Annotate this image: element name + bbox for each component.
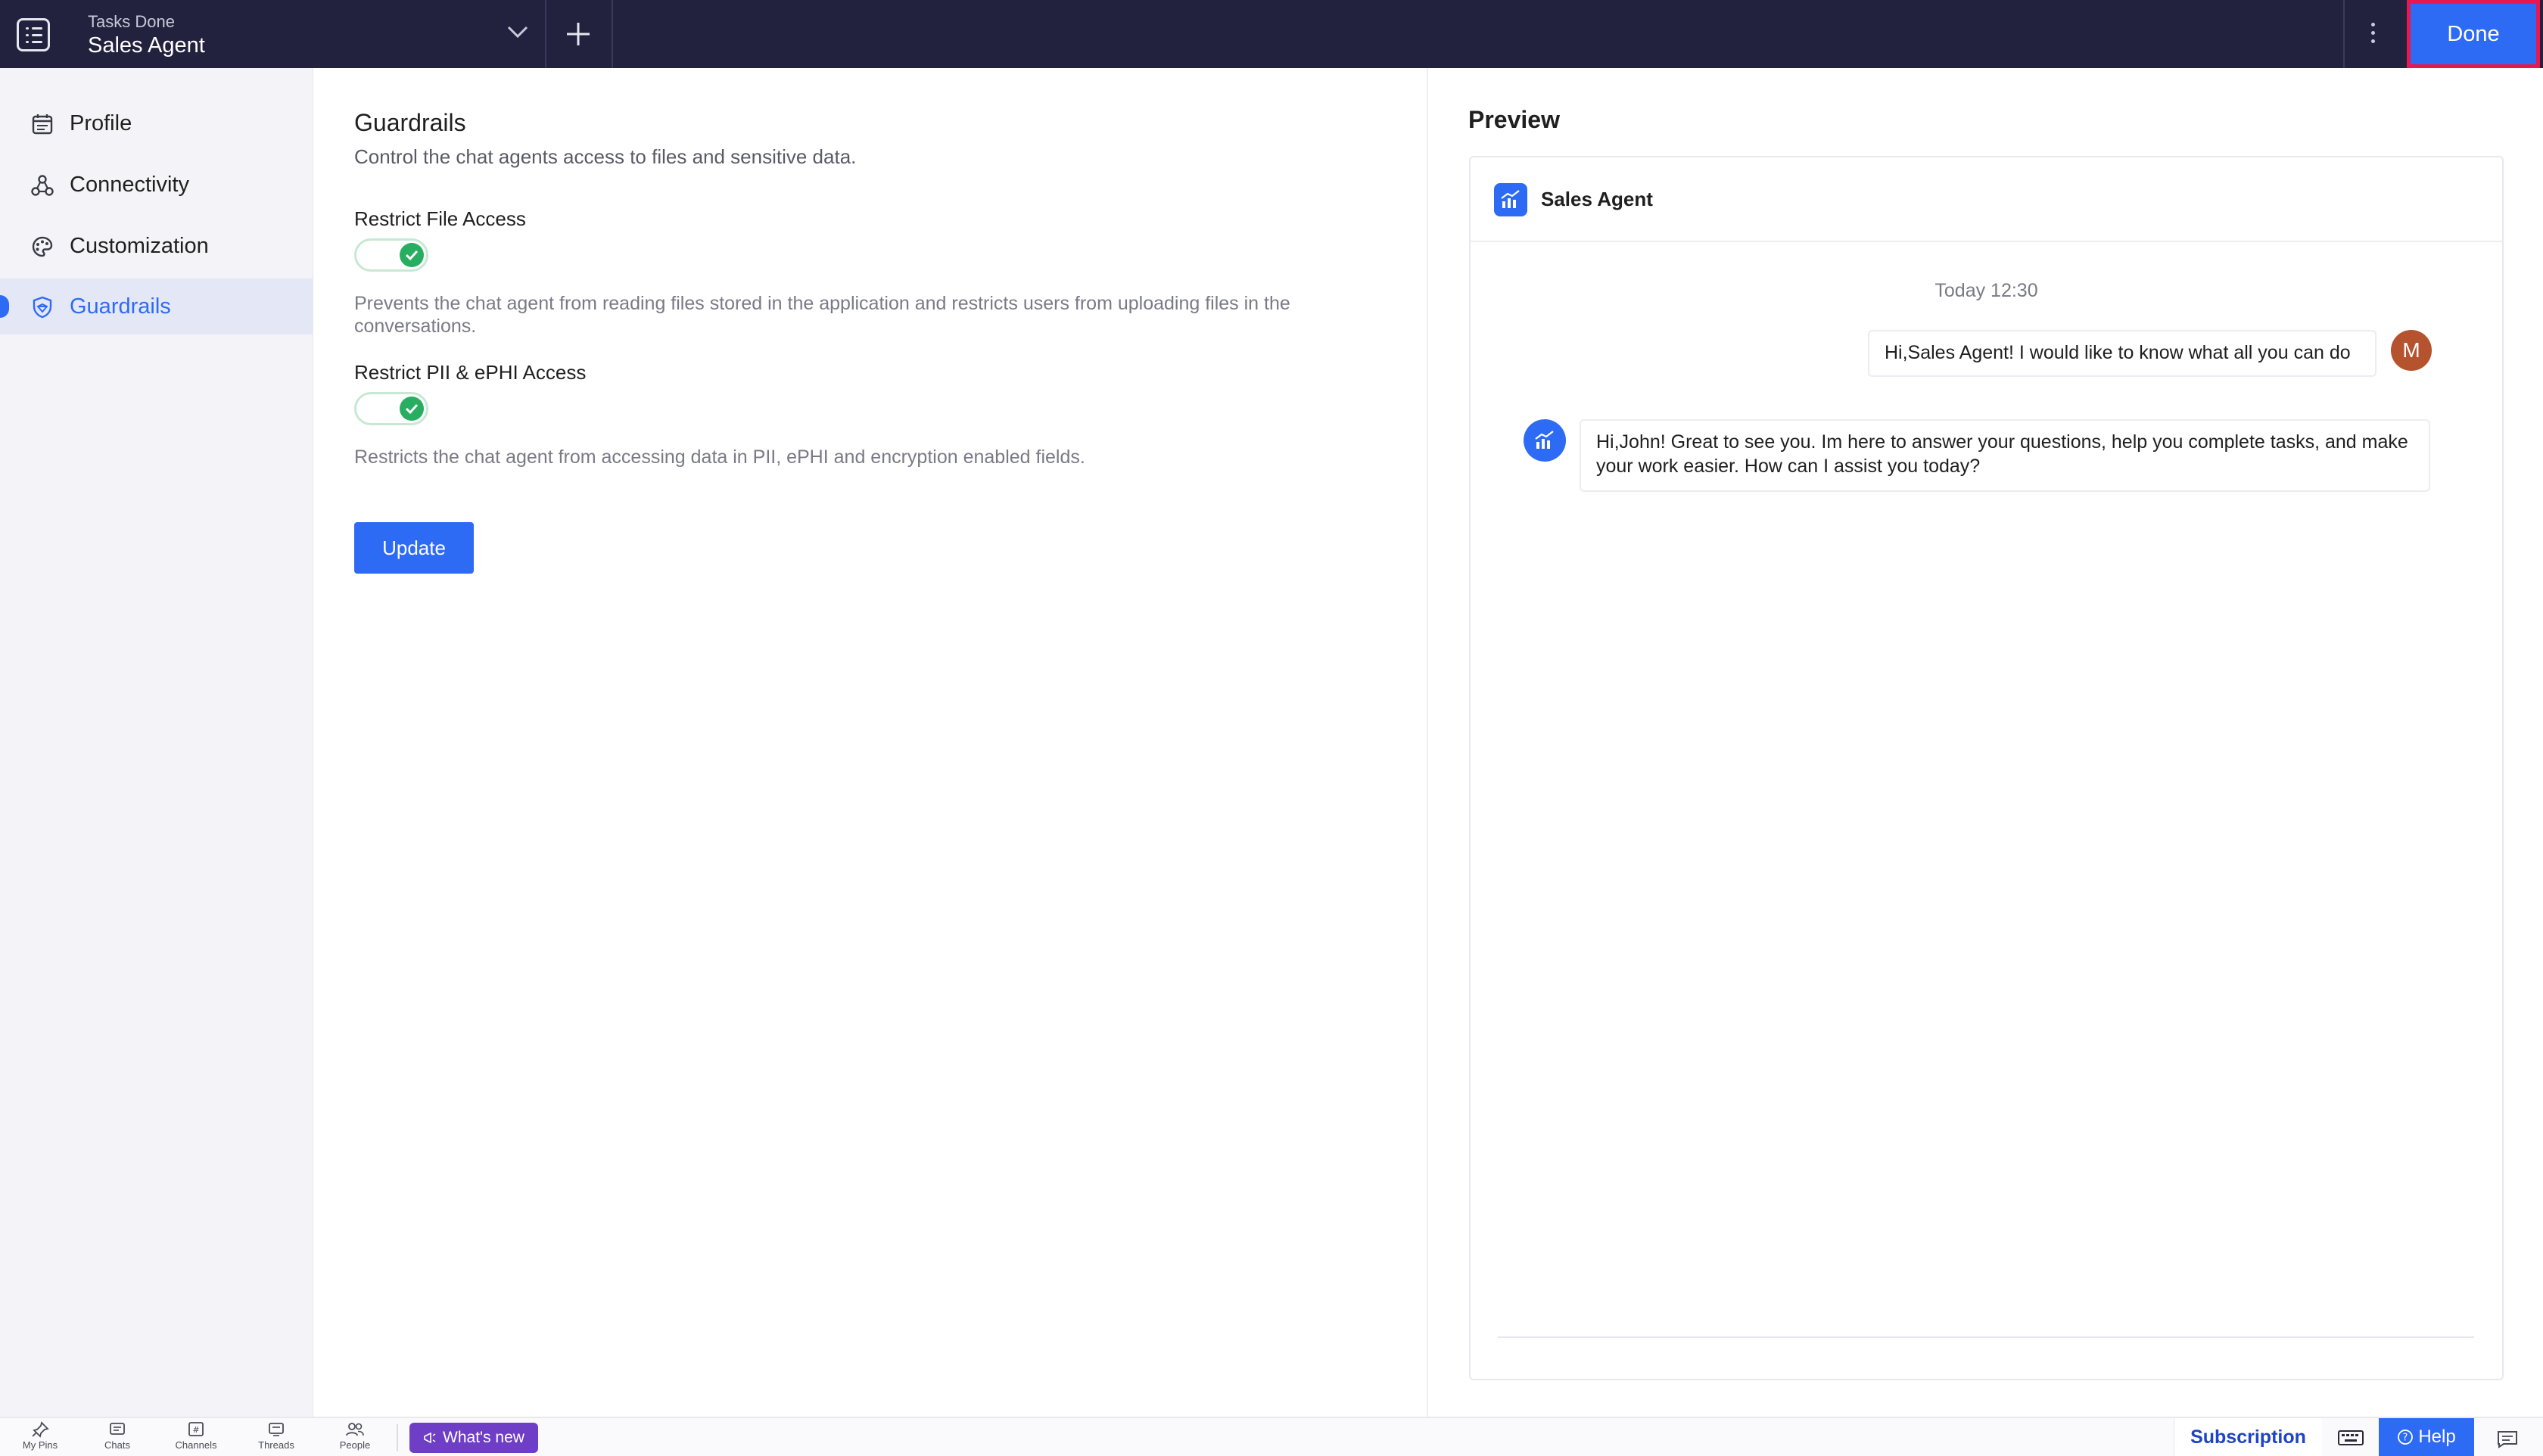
check-icon [400,243,424,267]
nav-label: Channels [175,1439,217,1451]
more-options-icon[interactable] [2365,18,2380,48]
sales-agent-logo-icon [1494,183,1527,216]
sidebar-item-label: Guardrails [70,294,171,319]
people-icon [346,1423,364,1436]
nav-channels[interactable]: # Channels [162,1421,230,1454]
svg-text:?: ? [2403,1433,2408,1444]
option-title-pii-access: Restrict PII & ePHI Access [354,361,587,384]
help-label: Help [2418,1426,2456,1447]
feedback-icon[interactable] [2495,1426,2520,1450]
update-button[interactable]: Update [354,522,474,574]
message-timestamp: Today 12:30 [1934,280,2038,301]
nav-chats[interactable]: Chats [83,1421,151,1454]
megaphone-icon [424,1432,436,1444]
sidebar-item-label: Connectivity [70,172,189,197]
divider [612,0,613,68]
page-title: Sales Agent [88,33,205,58]
sidebar-item-customization[interactable]: Customization [0,218,313,274]
composer-divider [1498,1336,2474,1338]
palette-icon [32,236,53,257]
help-button[interactable]: ? Help [2379,1418,2474,1456]
sidebar-item-label: Profile [70,110,132,135]
svg-text:#: # [192,1425,199,1435]
help-icon: ? [2398,1430,2414,1445]
nav-label: My Pins [22,1439,58,1451]
app-subtitle: Tasks Done [88,12,175,31]
add-icon[interactable] [561,17,596,51]
divider [2343,0,2345,68]
chat-icon [110,1423,125,1435]
whats-new-button[interactable]: What's new [409,1423,538,1453]
agent-name: Sales Agent [1541,188,1653,210]
done-button[interactable]: Done [2407,0,2540,68]
chevron-down-icon[interactable] [506,20,530,44]
check-icon [400,397,424,421]
section-subtitle: Control the chat agents access to files … [354,145,857,168]
sidebar-item-label: Customization [70,233,209,258]
network-icon [31,175,54,196]
guardrails-panel: Guardrails Control the chat agents acces… [314,68,1428,1417]
subscription-link[interactable]: Subscription [2174,1418,2322,1456]
bot-avatar-icon [1524,419,1566,462]
nav-label: People [339,1439,371,1451]
option-description-pii-access: Restricts the chat agent from accessing … [354,446,1085,468]
preview-header: Sales Agent [1471,157,2502,242]
divider [545,0,546,68]
section-title: Guardrails [354,109,466,136]
nav-threads[interactable]: Threads [242,1421,310,1454]
restrict-pii-access-toggle[interactable] [354,392,428,425]
option-title-file-access: Restrict File Access [354,207,526,230]
bot-message-bubble: Hi,John! Great to see you. Im here to an… [1580,419,2430,492]
option-description-file-access: Prevents the chat agent from reading fil… [354,293,1290,337]
sidebar-item-guardrails[interactable]: Guardrails [0,278,313,334]
user-message-bubble: Hi,Sales Agent! I would like to know wha… [1868,330,2376,377]
nav-people[interactable]: People [321,1421,389,1454]
settings-sidebar: Profile Connectivity Customization Guard… [0,68,313,1417]
sidebar-item-connectivity[interactable]: Connectivity [0,157,313,213]
chat-preview-card: Sales Agent Today 12:30 Hi,Sales Agent! … [1469,156,2504,1380]
active-indicator [0,295,9,318]
restrict-file-access-toggle[interactable] [354,238,428,272]
threads-icon [269,1423,284,1436]
nav-my-pins[interactable]: My Pins [6,1421,74,1454]
keyboard-icon[interactable] [2336,1427,2366,1448]
divider [397,1424,398,1451]
menu-list-icon[interactable] [17,18,50,51]
sidebar-item-profile[interactable]: Profile [0,95,313,151]
nav-label: Chats [104,1439,130,1451]
bottom-bar: My Pins Chats # Channels Threads People … [0,1417,2543,1456]
pin-icon [32,1421,49,1438]
channels-icon: # [188,1422,204,1436]
shield-icon [33,296,52,319]
calendar-icon [32,114,53,135]
top-bar: Tasks Done Sales Agent Done [0,0,2543,68]
nav-label: Threads [258,1439,294,1451]
whats-new-label: What's new [443,1429,524,1446]
avatar: M [2391,330,2432,371]
preview-heading: Preview [1468,106,1560,133]
